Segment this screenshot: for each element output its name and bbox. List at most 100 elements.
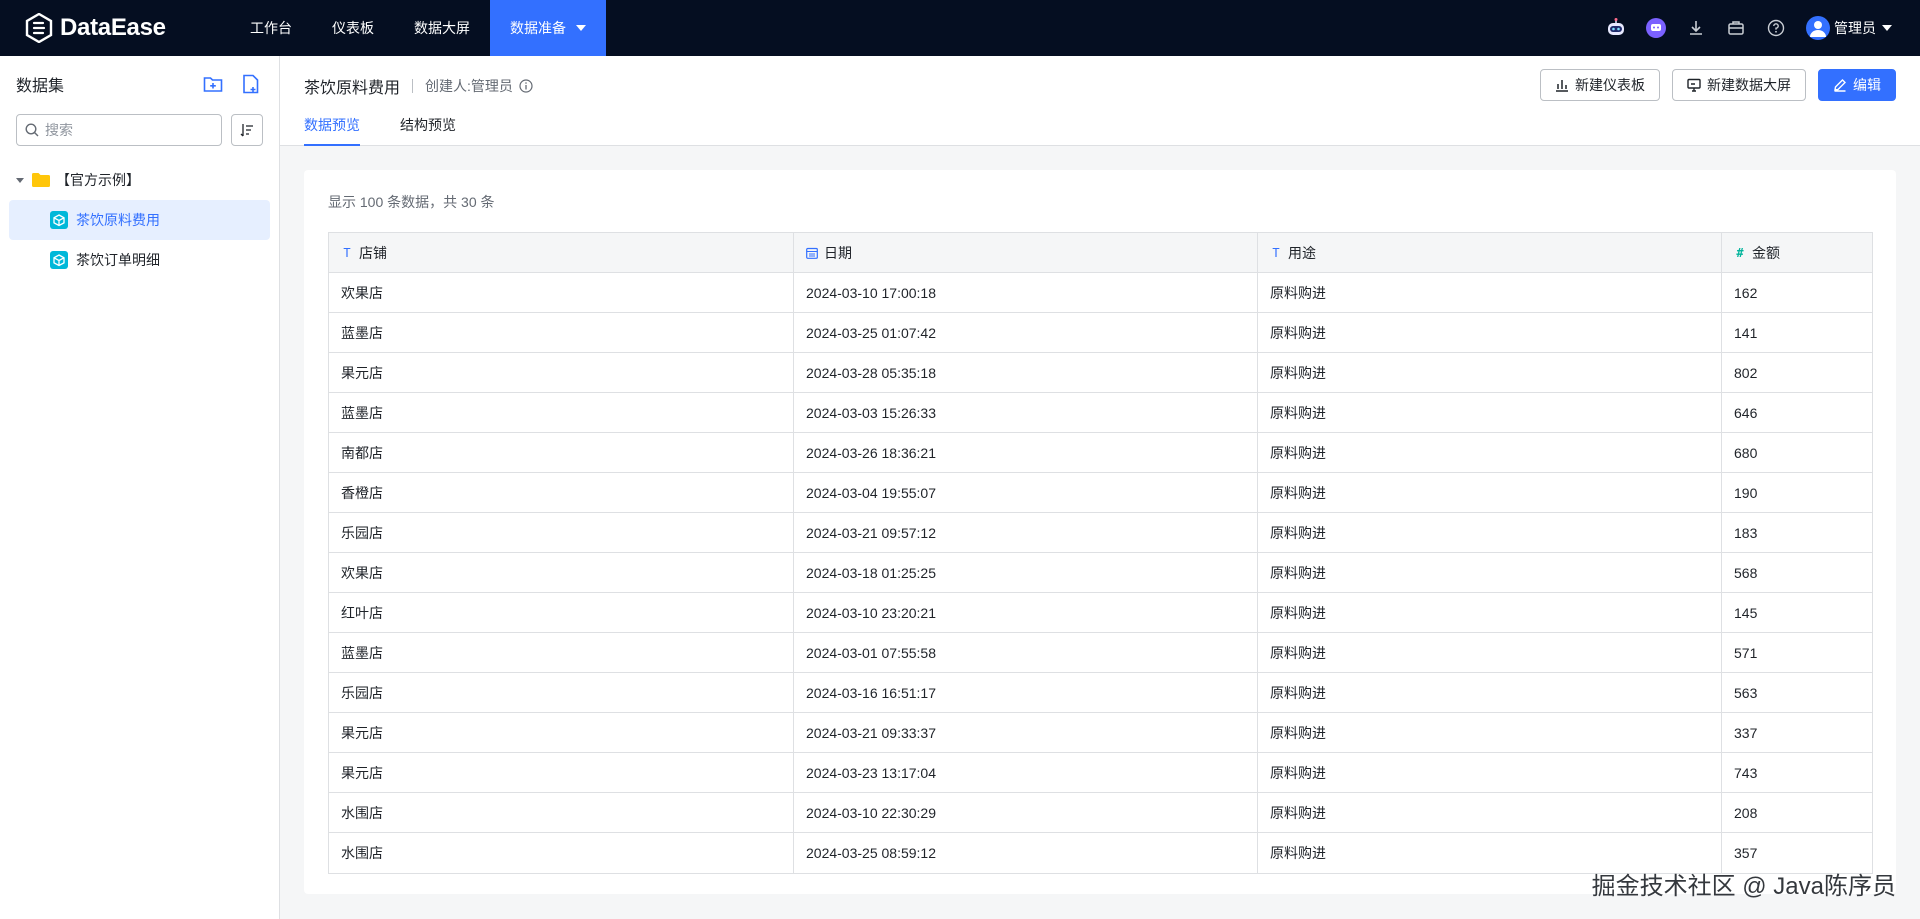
button-label: 新建仪表板 bbox=[1575, 77, 1645, 93]
tab-structure-preview[interactable]: 结构预览 bbox=[400, 108, 456, 146]
sidebar-title: 数据集 bbox=[16, 78, 65, 95]
nav-item-label: 仪表板 bbox=[332, 20, 374, 36]
column-label: 用途 bbox=[1288, 244, 1316, 261]
table-cell: 欢果店 bbox=[329, 273, 794, 312]
table-row: 蓝墨店 2024-03-25 01:07:42 原料购进 141 bbox=[329, 313, 1872, 353]
nav-item-data-prep[interactable]: 数据准备 bbox=[490, 0, 606, 56]
table-cell: 原料购进 bbox=[1258, 673, 1722, 712]
column-label: 金额 bbox=[1752, 244, 1780, 261]
table-cell: 蓝墨店 bbox=[329, 393, 794, 432]
nav-item-dashboard[interactable]: 仪表板 bbox=[312, 0, 394, 56]
app-logo[interactable]: DataEase bbox=[24, 13, 224, 43]
table-cell: 蓝墨店 bbox=[329, 633, 794, 672]
download-icon[interactable] bbox=[1684, 16, 1708, 40]
info-icon[interactable] bbox=[519, 79, 533, 93]
new-dashboard-button[interactable]: 新建仪表板 bbox=[1540, 69, 1660, 101]
sort-button[interactable] bbox=[231, 114, 263, 146]
edit-button[interactable]: 编辑 bbox=[1818, 69, 1896, 101]
row-count-summary: 显示 100 条数据，共 30 条 bbox=[328, 194, 495, 210]
table-cell: 2024-03-03 15:26:33 bbox=[794, 393, 1258, 432]
dataset-header: 茶饮原料费用 创建人:管理员 新建仪表板 新建数据大屏 编辑 数据预览 结构预览 bbox=[280, 56, 1920, 146]
creator-label: 创建人:管理员 bbox=[425, 78, 513, 94]
table-cell: 2024-03-23 13:17:04 bbox=[794, 753, 1258, 792]
table-row: 红叶店 2024-03-10 23:20:21 原料购进 145 bbox=[329, 593, 1872, 633]
table-cell: 南都店 bbox=[329, 433, 794, 472]
table-row: 欢果店 2024-03-10 17:00:18 原料购进 162 bbox=[329, 273, 1872, 313]
dataease-logo-icon bbox=[25, 13, 53, 43]
table-row: 水围店 2024-03-10 22:30:29 原料购进 208 bbox=[329, 793, 1872, 833]
ai-robot-icon[interactable] bbox=[1604, 16, 1628, 40]
table-cell: 2024-03-10 17:00:18 bbox=[794, 273, 1258, 312]
number-type-icon: # bbox=[1736, 245, 1744, 260]
table-row: 果元店 2024-03-23 13:17:04 原料购进 743 bbox=[329, 753, 1872, 793]
button-label: 编辑 bbox=[1853, 77, 1881, 93]
nav-item-label: 数据准备 bbox=[510, 20, 566, 36]
table-cell: 2024-03-16 16:51:17 bbox=[794, 673, 1258, 712]
table-row: 蓝墨店 2024-03-01 07:55:58 原料购进 571 bbox=[329, 633, 1872, 673]
nav-item-workbench[interactable]: 工作台 bbox=[230, 0, 312, 56]
table-cell: 571 bbox=[1734, 644, 1758, 661]
tree-folder-official-examples[interactable]: 【官方示例】 bbox=[0, 160, 279, 200]
table-header: T 店铺 日期 T 用途 # 金额 bbox=[329, 233, 1872, 273]
table-cell: 2024-03-26 18:36:21 bbox=[794, 433, 1258, 472]
table-cell: 2024-03-10 23:20:21 bbox=[794, 593, 1258, 632]
table-cell: 2024-03-10 22:30:29 bbox=[794, 793, 1258, 832]
new-screen-button[interactable]: 新建数据大屏 bbox=[1672, 69, 1806, 101]
tab-data-preview[interactable]: 数据预览 bbox=[304, 108, 360, 146]
sidebar-header: 数据集 bbox=[0, 56, 279, 112]
table-cell: 2024-03-21 09:57:12 bbox=[794, 513, 1258, 552]
copilot-chat-icon[interactable] bbox=[1644, 16, 1668, 40]
search-input[interactable] bbox=[45, 122, 205, 138]
tree-item-tea-order-detail[interactable]: 茶饮订单明细 bbox=[9, 240, 270, 280]
table-cell: 原料购进 bbox=[1258, 633, 1722, 672]
tree-folder-label: 【官方示例】 bbox=[56, 172, 140, 188]
new-folder-icon[interactable] bbox=[201, 72, 225, 96]
divider bbox=[412, 79, 414, 93]
table-row: 乐园店 2024-03-16 16:51:17 原料购进 563 bbox=[329, 673, 1872, 713]
table-cell: 红叶店 bbox=[329, 593, 794, 632]
table-cell: 乐园店 bbox=[329, 513, 794, 552]
table-cell: 乐园店 bbox=[329, 673, 794, 712]
table-row: 蓝墨店 2024-03-03 15:26:33 原料购进 646 bbox=[329, 393, 1872, 433]
table-cell: 162 bbox=[1734, 284, 1758, 301]
user-name: 管理员 bbox=[1834, 20, 1876, 36]
nav-right-tools: 管理员 bbox=[1588, 16, 1892, 40]
table-cell: 原料购进 bbox=[1258, 473, 1722, 512]
table-cell: 563 bbox=[1734, 684, 1758, 701]
nav-item-screen[interactable]: 数据大屏 bbox=[394, 0, 490, 56]
table-cell: 欢果店 bbox=[329, 553, 794, 592]
dataset-sidebar: 数据集 【官方示例】 茶饮原料费用 茶饮 bbox=[0, 56, 280, 919]
screen-icon bbox=[1687, 78, 1701, 92]
edit-icon bbox=[1834, 79, 1846, 92]
search-icon bbox=[25, 123, 39, 137]
table-cell: 2024-03-25 08:59:12 bbox=[794, 833, 1258, 873]
tree-item-label: 茶饮订单明细 bbox=[76, 252, 160, 268]
column-header-purpose[interactable]: T 用途 bbox=[1258, 233, 1722, 272]
table-cell: 2024-03-28 05:35:18 bbox=[794, 353, 1258, 392]
tree-item-label: 茶饮原料费用 bbox=[76, 212, 160, 228]
tree-item-tea-material-cost[interactable]: 茶饮原料费用 bbox=[9, 200, 270, 240]
table-cell: 2024-03-04 19:55:07 bbox=[794, 473, 1258, 512]
column-header-date[interactable]: 日期 bbox=[794, 233, 1258, 272]
help-icon[interactable] bbox=[1764, 16, 1788, 40]
table-cell: 2024-03-01 07:55:58 bbox=[794, 633, 1258, 672]
user-menu[interactable]: 管理员 bbox=[1806, 16, 1892, 40]
new-dataset-icon[interactable] bbox=[239, 72, 263, 96]
data-preview-table: T 店铺 日期 T 用途 # 金额 欢果店 2024-03-10 17:00:18 原料购… bbox=[328, 232, 1873, 874]
header-actions: 新建仪表板 新建数据大屏 编辑 bbox=[1528, 69, 1896, 101]
dataset-title-row: 茶饮原料费用 创建人:管理员 bbox=[304, 74, 533, 98]
table-cell: 水围店 bbox=[329, 793, 794, 832]
caret-down-icon[interactable] bbox=[16, 177, 24, 183]
avatar bbox=[1806, 16, 1830, 40]
datasource-icon[interactable] bbox=[1724, 16, 1748, 40]
table-row: 乐园店 2024-03-21 09:57:12 原料购进 183 bbox=[329, 513, 1872, 553]
table-cell: 145 bbox=[1734, 604, 1758, 621]
column-header-store[interactable]: T 店铺 bbox=[329, 233, 794, 272]
table-cell: 2024-03-25 01:07:42 bbox=[794, 313, 1258, 352]
table-cell: 190 bbox=[1734, 484, 1758, 501]
column-label: 店铺 bbox=[359, 244, 387, 261]
table-body: 欢果店 2024-03-10 17:00:18 原料购进 162 蓝墨店 2024-03-… bbox=[329, 273, 1872, 873]
dataset-tree: 【官方示例】 茶饮原料费用 茶饮订单明细 bbox=[0, 160, 279, 280]
app-name: DataEase bbox=[60, 14, 166, 41]
column-header-amount[interactable]: # 金额 bbox=[1722, 233, 1872, 272]
